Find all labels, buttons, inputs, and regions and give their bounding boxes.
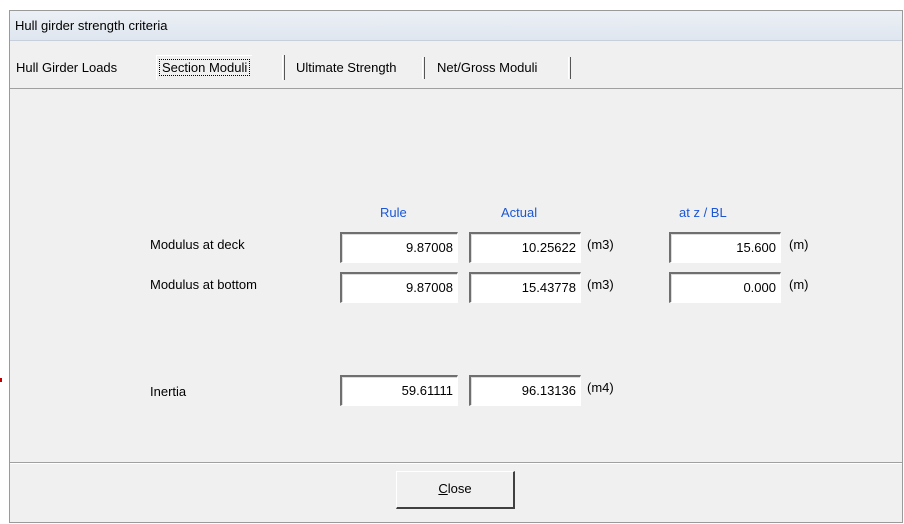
actual-inertia-field[interactable]: 96.13136	[469, 375, 581, 406]
tab-ultimate-strength[interactable]: Ultimate Strength	[293, 57, 399, 79]
tab-label: Net/Gross Moduli	[437, 60, 538, 75]
tab-hull-girder-loads[interactable]: Hull Girder Loads	[13, 57, 120, 79]
unit-m3: (m3)	[587, 277, 614, 292]
row-label-modulus-deck: Modulus at deck	[150, 237, 245, 252]
tab-panel-border	[10, 88, 902, 89]
unit-m4: (m4)	[587, 380, 614, 395]
footer-divider	[10, 462, 902, 464]
window-title: Hull girder strength criteria	[15, 18, 168, 33]
rule-modulus-bottom-field[interactable]: 9.87008	[340, 272, 458, 303]
tab-label: Ultimate Strength	[296, 60, 397, 75]
column-header-rule: Rule	[380, 205, 407, 220]
tab-divider	[282, 55, 285, 80]
tab-label: Hull Girder Loads	[16, 60, 118, 75]
rule-modulus-deck-field[interactable]: 9.87008	[340, 232, 458, 263]
tab-label: Section Moduli	[158, 59, 251, 76]
title-bar[interactable]: Hull girder strength criteria	[10, 11, 902, 41]
dialog-window: Hull girder strength criteria	[9, 10, 903, 523]
row-label-modulus-bottom: Modulus at bottom	[150, 277, 257, 292]
unit-m: (m)	[789, 237, 809, 252]
row-label-inertia: Inertia	[150, 384, 187, 399]
at-z-bottom-field[interactable]: 0.000	[669, 272, 781, 303]
close-button[interactable]: Close	[396, 471, 515, 509]
column-header-at-z: at z / BL	[679, 205, 727, 220]
edge-marker	[0, 378, 2, 382]
tab-section-moduli[interactable]: Section Moduli	[156, 55, 253, 80]
tab-net-gross-moduli[interactable]: Net/Gross Moduli	[434, 57, 540, 79]
unit-m3: (m3)	[587, 237, 614, 252]
tab-divider	[422, 57, 425, 79]
actual-modulus-deck-field[interactable]: 10.25622	[469, 232, 581, 263]
close-label-rest: lose	[447, 481, 472, 496]
tab-divider	[568, 57, 571, 79]
at-z-deck-field[interactable]: 15.600	[669, 232, 781, 263]
unit-m: (m)	[789, 277, 809, 292]
close-mnemonic: C	[438, 481, 448, 496]
column-header-actual: Actual	[501, 205, 538, 220]
rule-inertia-field[interactable]: 59.61111	[340, 375, 458, 406]
actual-modulus-bottom-field[interactable]: 15.43778	[469, 272, 581, 303]
